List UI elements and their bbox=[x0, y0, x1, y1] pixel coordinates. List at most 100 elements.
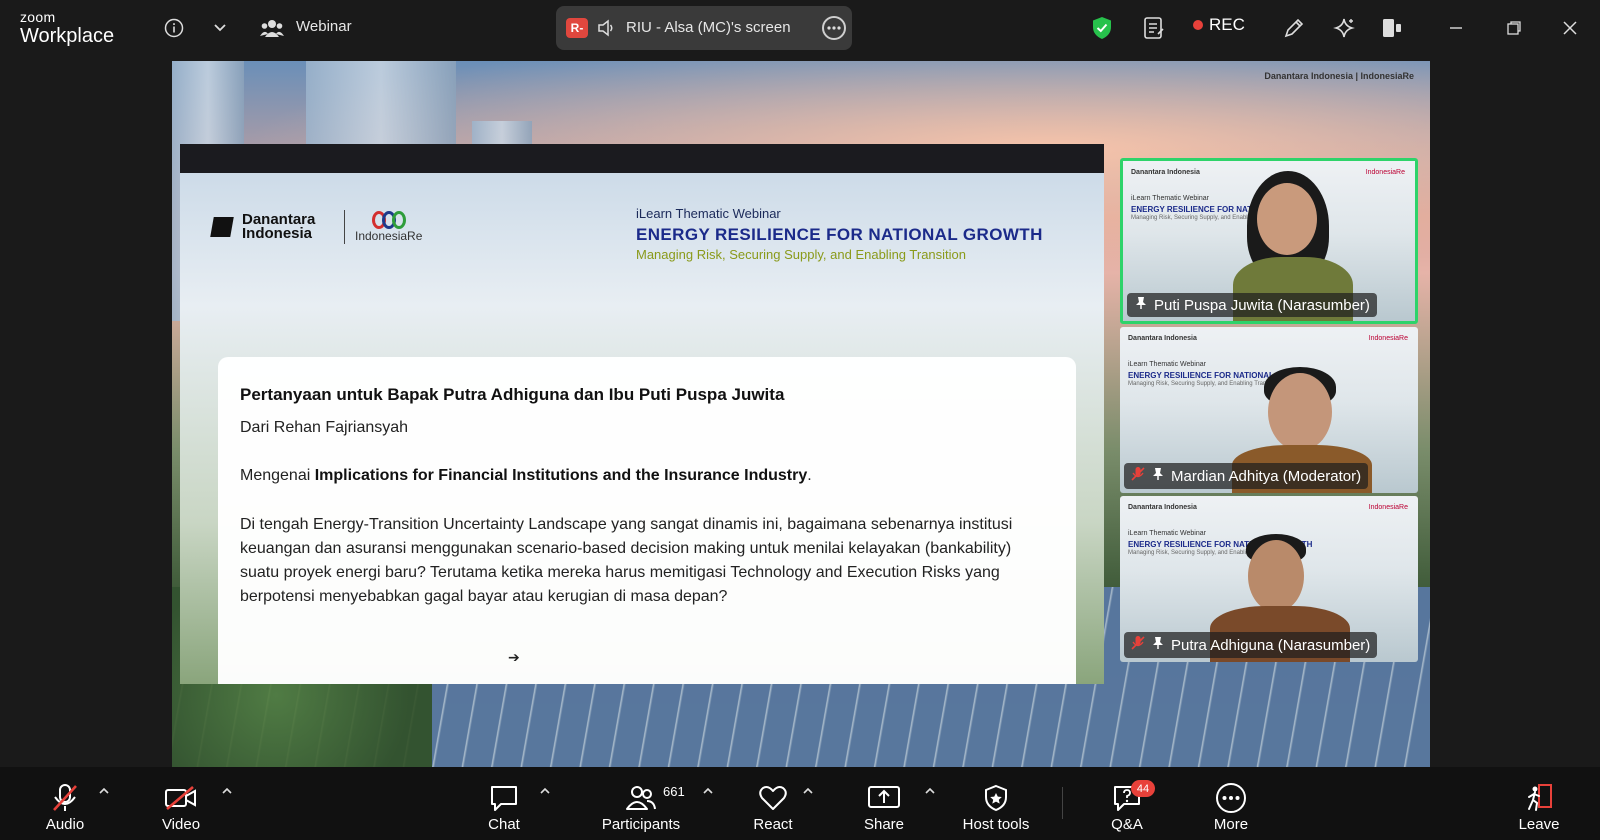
participants-count: 661 bbox=[663, 784, 685, 799]
heart-icon bbox=[756, 782, 790, 814]
close-icon[interactable] bbox=[1556, 14, 1584, 42]
chat-options-caret-icon[interactable] bbox=[538, 783, 552, 797]
question-card: Pertanyaan untuk Bapak Putra Adhiguna da… bbox=[218, 357, 1076, 684]
tile-slide-kicker: iLearn Thematic Webinar bbox=[1131, 195, 1209, 202]
video-tiles: Danantara Indonesia IndonesiaRe iLearn T… bbox=[1120, 158, 1418, 665]
slide-title: ENERGY RESILIENCE FOR NATIONAL GROWTH bbox=[636, 225, 1043, 244]
participant-name: Puti Puspa Juwita (Narasumber) bbox=[1154, 296, 1370, 314]
encryption-shield-icon[interactable] bbox=[1088, 14, 1116, 42]
tile-logo-danantara: Danantara Indonesia bbox=[1128, 335, 1197, 342]
presentation-slide: Danantara Indonesia IndonesiaRe iLearn T… bbox=[180, 144, 1104, 684]
view-layout-icon[interactable] bbox=[1378, 14, 1406, 42]
corner-logo-danantara: Danantara Indonesia bbox=[1264, 71, 1353, 81]
react-options-caret-icon[interactable] bbox=[801, 783, 815, 797]
microphone-muted-icon bbox=[1131, 466, 1145, 486]
video-tile-speaker[interactable]: Danantara Indonesia IndonesiaRe iLearn T… bbox=[1120, 158, 1418, 324]
audio-label: Audio bbox=[45, 816, 85, 833]
qa-button[interactable]: Q&A bbox=[1072, 775, 1182, 833]
pin-icon bbox=[1134, 296, 1148, 314]
info-icon[interactable] bbox=[160, 14, 188, 42]
corner-logos: Danantara Indonesia | IndonesiaRe bbox=[1264, 71, 1414, 81]
slide-subtitle: Managing Risk, Securing Supply, and Enab… bbox=[636, 247, 967, 262]
leave-button[interactable]: Leave bbox=[1484, 775, 1594, 833]
slide-logos: Danantara Indonesia IndonesiaRe bbox=[210, 210, 422, 244]
participant-name: Putra Adhiguna (Narasumber) bbox=[1171, 636, 1371, 654]
notes-icon[interactable] bbox=[1140, 14, 1168, 42]
participants-label: Participants bbox=[601, 816, 681, 833]
zoom-workplace-logo: zoom Workplace bbox=[20, 10, 114, 46]
pin-icon bbox=[1151, 467, 1165, 485]
participant-face bbox=[1268, 373, 1332, 451]
share-options-icon[interactable] bbox=[822, 16, 846, 40]
annotate-pen-icon[interactable] bbox=[1280, 14, 1308, 42]
video-label: Video bbox=[161, 816, 201, 833]
participant-name-tag: Mardian Adhitya (Moderator) bbox=[1124, 463, 1369, 489]
participant-name: Mardian Adhitya (Moderator) bbox=[1171, 467, 1362, 485]
participants-icon bbox=[624, 782, 658, 814]
leave-label: Leave bbox=[1518, 816, 1560, 833]
participant-face bbox=[1248, 540, 1304, 612]
meeting-type-label: Webinar bbox=[296, 18, 352, 35]
participant-name-tag: Putra Adhiguna (Narasumber) bbox=[1124, 632, 1378, 658]
chat-bubble-icon bbox=[487, 782, 521, 814]
question-body: Di tengah Energy-Transition Uncertainty … bbox=[240, 516, 1013, 605]
more-button[interactable]: More bbox=[1176, 775, 1286, 833]
tile-logo-danantara: Danantara Indonesia bbox=[1131, 169, 1200, 176]
webinar-people-icon bbox=[258, 14, 286, 42]
restore-window-icon[interactable] bbox=[1500, 14, 1528, 42]
react-label: React bbox=[753, 816, 793, 833]
video-tile-panelist[interactable]: Danantara Indonesia IndonesiaRe iLearn T… bbox=[1120, 496, 1418, 662]
recording-label: REC bbox=[1209, 15, 1245, 34]
slide-kicker: iLearn Thematic Webinar bbox=[636, 206, 781, 221]
tile-logo-danantara: Danantara Indonesia bbox=[1128, 504, 1197, 511]
host-shield-icon bbox=[979, 782, 1013, 814]
tile-slide-subtitle: Managing Risk, Securing Supply, and Enab… bbox=[1128, 381, 1281, 387]
chat-label: Chat bbox=[488, 816, 520, 833]
tile-logo-indonesiare: IndonesiaRe bbox=[1368, 335, 1408, 342]
recording-dot-icon bbox=[1193, 20, 1203, 30]
speaker-icon bbox=[596, 18, 616, 38]
tile-slide-kicker: iLearn Thematic Webinar bbox=[1128, 530, 1206, 537]
chevron-down-icon[interactable] bbox=[206, 14, 234, 42]
brand-line2: Workplace bbox=[20, 25, 115, 47]
host-tools-label: Host tools bbox=[962, 816, 1030, 833]
participant-face bbox=[1257, 183, 1317, 255]
tile-slide-kicker: iLearn Thematic Webinar bbox=[1128, 361, 1206, 368]
question-title: Pertanyaan untuk Bapak Putra Adhiguna da… bbox=[240, 385, 785, 404]
more-ellipsis-icon bbox=[1214, 782, 1248, 814]
question-sender: Dari Rehan Fajriansyah bbox=[240, 419, 409, 436]
toolbar-divider bbox=[1062, 787, 1063, 819]
danantara-logo-text: Danantara Indonesia bbox=[242, 211, 316, 242]
danantara-logo-mark bbox=[210, 217, 234, 237]
recording-indicator[interactable]: REC bbox=[1193, 15, 1245, 35]
participant-name-tag: Puti Puspa Juwita (Narasumber) bbox=[1127, 293, 1377, 317]
minimize-icon[interactable] bbox=[1442, 14, 1470, 42]
microphone-muted-icon bbox=[48, 782, 82, 814]
share-options-caret-icon[interactable] bbox=[923, 783, 937, 797]
video-tile-moderator[interactable]: Danantara Indonesia IndonesiaRe iLearn T… bbox=[1120, 327, 1418, 493]
ai-companion-sparkle-icon[interactable] bbox=[1330, 14, 1358, 42]
indonesiare-logo: IndonesiaRe bbox=[355, 211, 422, 243]
participants-options-caret-icon[interactable] bbox=[701, 783, 715, 797]
indonesiare-logo-mark bbox=[371, 211, 406, 229]
screen-share-indicator[interactable]: R- RIU - Alsa (MC)'s screen bbox=[556, 6, 852, 50]
share-label: Share bbox=[863, 816, 905, 833]
logo-separator bbox=[344, 210, 345, 244]
video-off-icon bbox=[164, 782, 198, 814]
mouse-cursor-icon: ➔ bbox=[508, 649, 520, 665]
video-options-caret-icon[interactable] bbox=[220, 783, 234, 797]
tile-logo-indonesiare: IndonesiaRe bbox=[1368, 504, 1408, 511]
title-bar: zoom Workplace Webinar R- RIU - Alsa (MC… bbox=[0, 0, 1600, 56]
slide-top-bar bbox=[180, 144, 1104, 173]
qa-count-badge: 44 bbox=[1131, 780, 1155, 797]
brand-line1: zoom bbox=[20, 9, 56, 25]
tile-logo-indonesiare: IndonesiaRe bbox=[1365, 169, 1405, 176]
question-topic-prefix: Mengenai bbox=[240, 467, 311, 484]
audio-options-caret-icon[interactable] bbox=[97, 783, 111, 797]
meeting-toolbar: Audio Video Chat Participants 661 React bbox=[0, 767, 1600, 840]
question-topic-suffix: . bbox=[807, 467, 812, 484]
more-label: More bbox=[1213, 816, 1249, 833]
indonesiare-logo-text: IndonesiaRe bbox=[355, 229, 423, 243]
slide-header: iLearn Thematic Webinar ENERGY RESILIENC… bbox=[636, 206, 1043, 262]
host-tools-button[interactable]: Host tools bbox=[941, 775, 1051, 833]
